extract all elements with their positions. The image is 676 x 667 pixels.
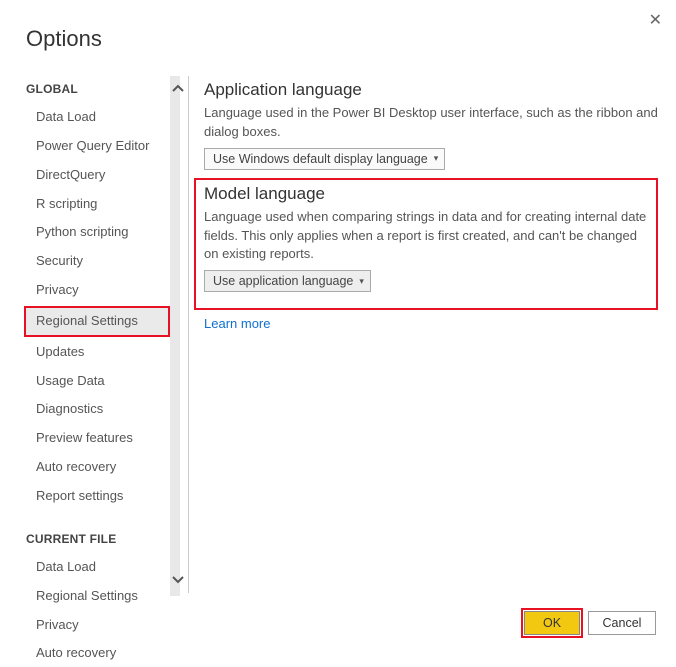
sidebar-item-security[interactable]: Security	[26, 248, 170, 275]
sidebar-item-updates[interactable]: Updates	[26, 339, 170, 366]
scrollbar-thumb[interactable]	[170, 76, 180, 596]
sidebar-item-cf-data-load[interactable]: Data Load	[26, 554, 170, 581]
learn-more-link[interactable]: Learn more	[204, 316, 658, 331]
sidebar-item-regional-settings[interactable]: Regional Settings	[24, 306, 170, 337]
sidebar-item-directquery[interactable]: DirectQuery	[26, 162, 170, 189]
select-application-language-value: Use Windows default display language	[213, 152, 428, 166]
chevron-up-icon[interactable]	[170, 82, 186, 97]
sidebar-item-usage-data[interactable]: Usage Data	[26, 368, 170, 395]
options-dialog: ✕ Options GLOBAL Data Load Power Query E…	[0, 0, 676, 651]
cancel-button[interactable]: Cancel	[588, 611, 656, 635]
chevron-down-icon[interactable]	[170, 572, 186, 587]
sidebar-item-preview-features[interactable]: Preview features	[26, 425, 170, 452]
desc-model-language: Language used when comparing strings in …	[204, 208, 648, 265]
heading-application-language: Application language	[204, 80, 658, 100]
sidebar-item-cf-privacy[interactable]: Privacy	[26, 612, 170, 639]
chevron-down-icon: ▾	[359, 276, 364, 287]
dialog-footer: OK Cancel	[524, 611, 656, 635]
desc-application-language: Language used in the Power BI Desktop us…	[204, 104, 658, 142]
close-icon[interactable]: ✕	[649, 10, 662, 30]
dialog-title: Options	[26, 26, 676, 52]
sidebar: GLOBAL Data Load Power Query Editor Dire…	[0, 76, 170, 593]
sidebar-item-diagnostics[interactable]: Diagnostics	[26, 396, 170, 423]
select-application-language[interactable]: Use Windows default display language ▾	[204, 148, 445, 170]
sidebar-item-cf-auto-recovery[interactable]: Auto recovery	[26, 640, 170, 667]
section-header-current-file: CURRENT FILE	[26, 532, 170, 546]
content-pane: Application language Language used in th…	[170, 76, 676, 593]
sidebar-item-cf-regional-settings[interactable]: Regional Settings	[26, 583, 170, 610]
sidebar-item-python-scripting[interactable]: Python scripting	[26, 219, 170, 246]
dialog-body: GLOBAL Data Load Power Query Editor Dire…	[0, 76, 676, 593]
sidebar-item-auto-recovery[interactable]: Auto recovery	[26, 454, 170, 481]
heading-model-language: Model language	[204, 184, 648, 204]
sidebar-item-data-load[interactable]: Data Load	[26, 104, 170, 131]
vertical-divider	[188, 76, 189, 593]
sidebar-item-report-settings[interactable]: Report settings	[26, 483, 170, 510]
section-header-global: GLOBAL	[26, 82, 170, 96]
select-model-language[interactable]: Use application language ▾	[204, 270, 371, 292]
model-language-section: Model language Language used when compar…	[194, 178, 658, 311]
ok-button[interactable]: OK	[524, 611, 580, 635]
sidebar-item-power-query-editor[interactable]: Power Query Editor	[26, 133, 170, 160]
select-model-language-value: Use application language	[213, 274, 353, 288]
chevron-down-icon: ▾	[434, 153, 439, 164]
sidebar-item-r-scripting[interactable]: R scripting	[26, 191, 170, 218]
sidebar-item-privacy[interactable]: Privacy	[26, 277, 170, 304]
